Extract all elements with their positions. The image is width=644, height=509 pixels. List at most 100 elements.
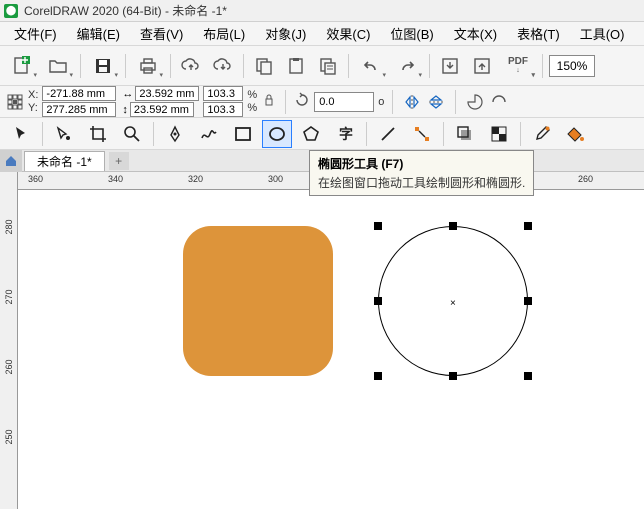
position-icon: [6, 88, 24, 116]
y-label: Y:: [28, 102, 38, 114]
selection-handle[interactable]: [449, 222, 457, 230]
selection-handle[interactable]: [374, 372, 382, 380]
clipboard-button[interactable]: [314, 52, 342, 80]
menu-tool[interactable]: 工具(O): [570, 22, 635, 45]
print-button[interactable]: [132, 52, 164, 80]
shape-tool[interactable]: [49, 120, 79, 148]
y-input[interactable]: 277.285 mm: [42, 102, 116, 117]
cloud-down-button[interactable]: [209, 52, 237, 80]
new-button[interactable]: [6, 52, 38, 80]
separator: [366, 122, 367, 146]
workspace: 280 270 260 250 360 340 320 300 260 ×: [0, 172, 644, 509]
ruler-tick: 360: [28, 174, 43, 184]
app-logo-icon: ⬤: [4, 4, 18, 18]
redo-button[interactable]: [391, 52, 423, 80]
ruler-tick: 340: [108, 174, 123, 184]
crop-tool[interactable]: [83, 120, 113, 148]
ruler-tick: 260: [4, 358, 14, 376]
ruler-tick: 300: [268, 174, 283, 184]
eyedropper-tool[interactable]: [527, 120, 557, 148]
save-button[interactable]: [87, 52, 119, 80]
menu-edit[interactable]: 编辑(E): [67, 22, 130, 45]
transparency-tool[interactable]: [484, 120, 514, 148]
menu-object[interactable]: 对象(J): [255, 22, 316, 45]
rotation-input[interactable]: 0.0: [314, 92, 374, 112]
document-tab[interactable]: 未命名 -1*: [24, 151, 105, 171]
x-input[interactable]: -271.88 mm: [42, 86, 116, 101]
line-tool[interactable]: [373, 120, 403, 148]
pen-tool[interactable]: [160, 120, 190, 148]
menu-layout[interactable]: 布局(L): [193, 22, 255, 45]
mirror-v-button[interactable]: [425, 91, 447, 113]
menu-effect[interactable]: 效果(C): [316, 22, 380, 45]
separator: [80, 54, 81, 78]
rectangle-tool[interactable]: [228, 120, 258, 148]
selection-handle[interactable]: [524, 372, 532, 380]
width-input[interactable]: 23.592 mm: [135, 86, 199, 101]
ruler-tick: 250: [4, 428, 14, 446]
separator: [243, 54, 244, 78]
height-icon: ↕: [122, 104, 128, 116]
rounded-rectangle-shape[interactable]: [183, 226, 333, 376]
publish-pdf-button[interactable]: PDF↓: [500, 52, 536, 80]
scale-x-input[interactable]: 103.3: [203, 86, 243, 101]
connector-tool[interactable]: [407, 120, 437, 148]
separator: [153, 122, 154, 146]
import-button[interactable]: [436, 52, 464, 80]
selection-handle[interactable]: [449, 372, 457, 380]
degree-label: o: [378, 96, 384, 108]
drawing-canvas[interactable]: ×: [18, 190, 644, 509]
rotate-icon: [294, 92, 310, 111]
ruler-tick: 320: [188, 174, 203, 184]
welcome-tab[interactable]: [0, 150, 22, 172]
text-tool[interactable]: 字: [330, 120, 360, 148]
separator: [125, 54, 126, 78]
vertical-ruler[interactable]: 280 270 260 250: [0, 172, 18, 509]
separator: [542, 54, 543, 78]
separator: [170, 54, 171, 78]
dropshadow-tool[interactable]: [450, 120, 480, 148]
separator: [443, 122, 444, 146]
arc-button[interactable]: [488, 91, 510, 113]
separator: [429, 54, 430, 78]
separator: [285, 90, 286, 114]
menu-file[interactable]: 文件(F): [4, 22, 67, 45]
selection-handle[interactable]: [374, 297, 382, 305]
paste-button[interactable]: [282, 52, 310, 80]
ellipse-tool[interactable]: [262, 120, 292, 148]
lock-ratio-button[interactable]: [261, 88, 277, 116]
menu-bitmap[interactable]: 位图(B): [380, 22, 443, 45]
copy-button[interactable]: [250, 52, 278, 80]
export-button[interactable]: [468, 52, 496, 80]
ruler-tick: 280: [4, 218, 14, 236]
property-bar: X: Y: -271.88 mm 277.285 mm ↔23.592 mm ↕…: [0, 86, 644, 118]
mirror-h-button[interactable]: [401, 91, 423, 113]
pie-button[interactable]: [464, 91, 486, 113]
pick-tool[interactable]: [6, 120, 36, 148]
add-tab-button[interactable]: +: [109, 152, 129, 170]
menu-view[interactable]: 查看(V): [130, 22, 193, 45]
scale-y-input[interactable]: 103.3: [203, 102, 243, 117]
zoom-level-input[interactable]: 150%: [549, 55, 595, 77]
undo-button[interactable]: [355, 52, 387, 80]
menu-table[interactable]: 表格(T): [507, 22, 570, 45]
selection-handle[interactable]: [524, 297, 532, 305]
tooltip-body: 在绘图窗口拖动工具绘制圆形和椭圆形.: [318, 174, 525, 191]
ruler-tick: 270: [4, 288, 14, 306]
menu-text[interactable]: 文本(X): [444, 22, 507, 45]
percent-label: %: [247, 89, 257, 101]
selection-handle[interactable]: [374, 222, 382, 230]
polygon-tool[interactable]: [296, 120, 326, 148]
standard-toolbar: PDF↓ 150%: [0, 46, 644, 86]
selection-handle[interactable]: [524, 222, 532, 230]
x-label: X:: [28, 89, 38, 101]
toolbox: 字: [0, 118, 644, 150]
freehand-tool[interactable]: [194, 120, 224, 148]
open-button[interactable]: [42, 52, 74, 80]
cloud-up-button[interactable]: [177, 52, 205, 80]
width-icon: ↔: [122, 88, 133, 100]
canvas-area: 360 340 320 300 260 ×: [18, 172, 644, 509]
height-input[interactable]: 23.592 mm: [130, 102, 194, 117]
fill-tool[interactable]: [561, 120, 591, 148]
zoom-tool[interactable]: [117, 120, 147, 148]
